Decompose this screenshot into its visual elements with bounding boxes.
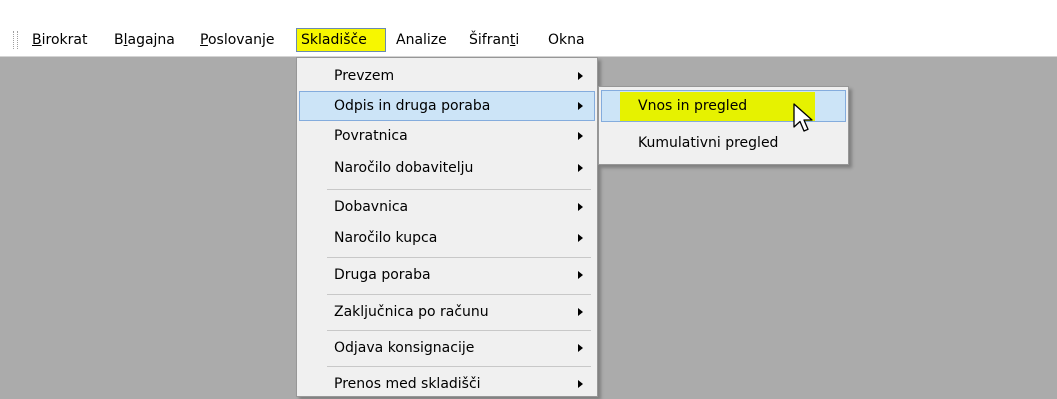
menu-skladisce-label: Skladišče	[301, 32, 367, 48]
chevron-right-icon	[578, 308, 583, 316]
menu-separator	[327, 366, 591, 367]
menu-separator	[327, 257, 591, 258]
dropdown-item-label: Odjava konsignacije	[334, 340, 475, 356]
chevron-right-icon	[578, 380, 583, 388]
dropdown-item-label: Naročilo dobavitelju	[334, 160, 474, 176]
dropdown-item-odpis[interactable]: Odpis in druga poraba	[299, 91, 595, 121]
menu-birokrat-post: irokrat	[41, 32, 88, 48]
dropdown-item-label: Druga poraba	[334, 267, 431, 283]
dropdown-item-povratnica[interactable]: Povratnica	[299, 121, 595, 151]
menu-blagajna-post: agajna	[127, 32, 175, 48]
menu-analize-label: Analize	[396, 32, 447, 48]
dropdown-item-druga-poraba[interactable]: Druga poraba	[299, 260, 595, 290]
dropdown-item-label: Odpis in druga poraba	[334, 98, 491, 114]
menu-okna-label: Okna	[548, 32, 585, 48]
dropdown-item-zakljucnica[interactable]: Zaključnica po računu	[299, 297, 595, 327]
menu-separator	[327, 294, 591, 295]
menu-birokrat[interactable]: Birokrat	[28, 28, 91, 52]
menu-bar: Birokrat Blagajna Poslovanje Skladišče A…	[0, 24, 1057, 57]
submenu-item-label: Vnos in pregled	[638, 98, 748, 114]
menu-okna[interactable]: Okna	[544, 28, 589, 52]
dropdown-item-narocilo-dobavitelju[interactable]: Naročilo dobavitelju	[299, 153, 595, 183]
dropdown-item-label: Prenos med skladišči	[334, 376, 481, 392]
chevron-right-icon	[578, 234, 583, 242]
window-title-strip	[0, 0, 1057, 24]
skladisce-dropdown-menu: Prevzem Odpis in druga poraba Povratnica…	[296, 57, 598, 397]
chevron-right-icon	[578, 132, 583, 140]
dropdown-item-label: Prevzem	[334, 68, 395, 84]
dropdown-item-narocilo-kupca[interactable]: Naročilo kupca	[299, 223, 595, 253]
dropdown-item-prenos-med-skladisci[interactable]: Prenos med skladišči	[299, 369, 595, 399]
menu-poslovanje-accel: P	[200, 32, 208, 48]
dropdown-item-dobavnica[interactable]: Dobavnica	[299, 192, 595, 222]
menu-poslovanje-post: oslovanje	[207, 32, 275, 48]
chevron-right-icon	[578, 344, 583, 352]
dropdown-item-label: Naročilo kupca	[334, 230, 438, 246]
toolbar-grip-icon[interactable]	[13, 31, 18, 49]
menu-sifranti[interactable]: Šifranti	[465, 28, 523, 52]
menu-birokrat-accel: B	[32, 32, 42, 48]
dropdown-item-label: Dobavnica	[334, 199, 409, 215]
dropdown-item-label: Povratnica	[334, 128, 408, 144]
menu-sifranti-pre: Šifran	[469, 32, 510, 48]
menu-sifranti-post: i	[515, 32, 520, 48]
menu-skladisce[interactable]: Skladišče	[296, 28, 386, 52]
chevron-right-icon	[578, 164, 583, 172]
chevron-right-icon	[578, 271, 583, 279]
dropdown-item-prevzem[interactable]: Prevzem	[299, 61, 595, 91]
menu-blagajna-pre: B	[114, 32, 124, 48]
dropdown-item-label: Zaključnica po računu	[334, 304, 489, 320]
arrow-cursor-icon	[793, 103, 813, 132]
chevron-right-icon	[578, 203, 583, 211]
dropdown-item-odjava-konsignacije[interactable]: Odjava konsignacije	[299, 333, 595, 363]
chevron-right-icon	[578, 72, 583, 80]
menu-analize[interactable]: Analize	[392, 28, 451, 52]
submenu-item-label: Kumulativni pregled	[638, 135, 779, 151]
menu-separator	[327, 330, 591, 331]
chevron-right-icon	[578, 102, 583, 110]
menu-blagajna[interactable]: Blagajna	[110, 28, 179, 52]
menu-separator	[327, 189, 591, 190]
menu-poslovanje[interactable]: Poslovanje	[196, 28, 279, 52]
